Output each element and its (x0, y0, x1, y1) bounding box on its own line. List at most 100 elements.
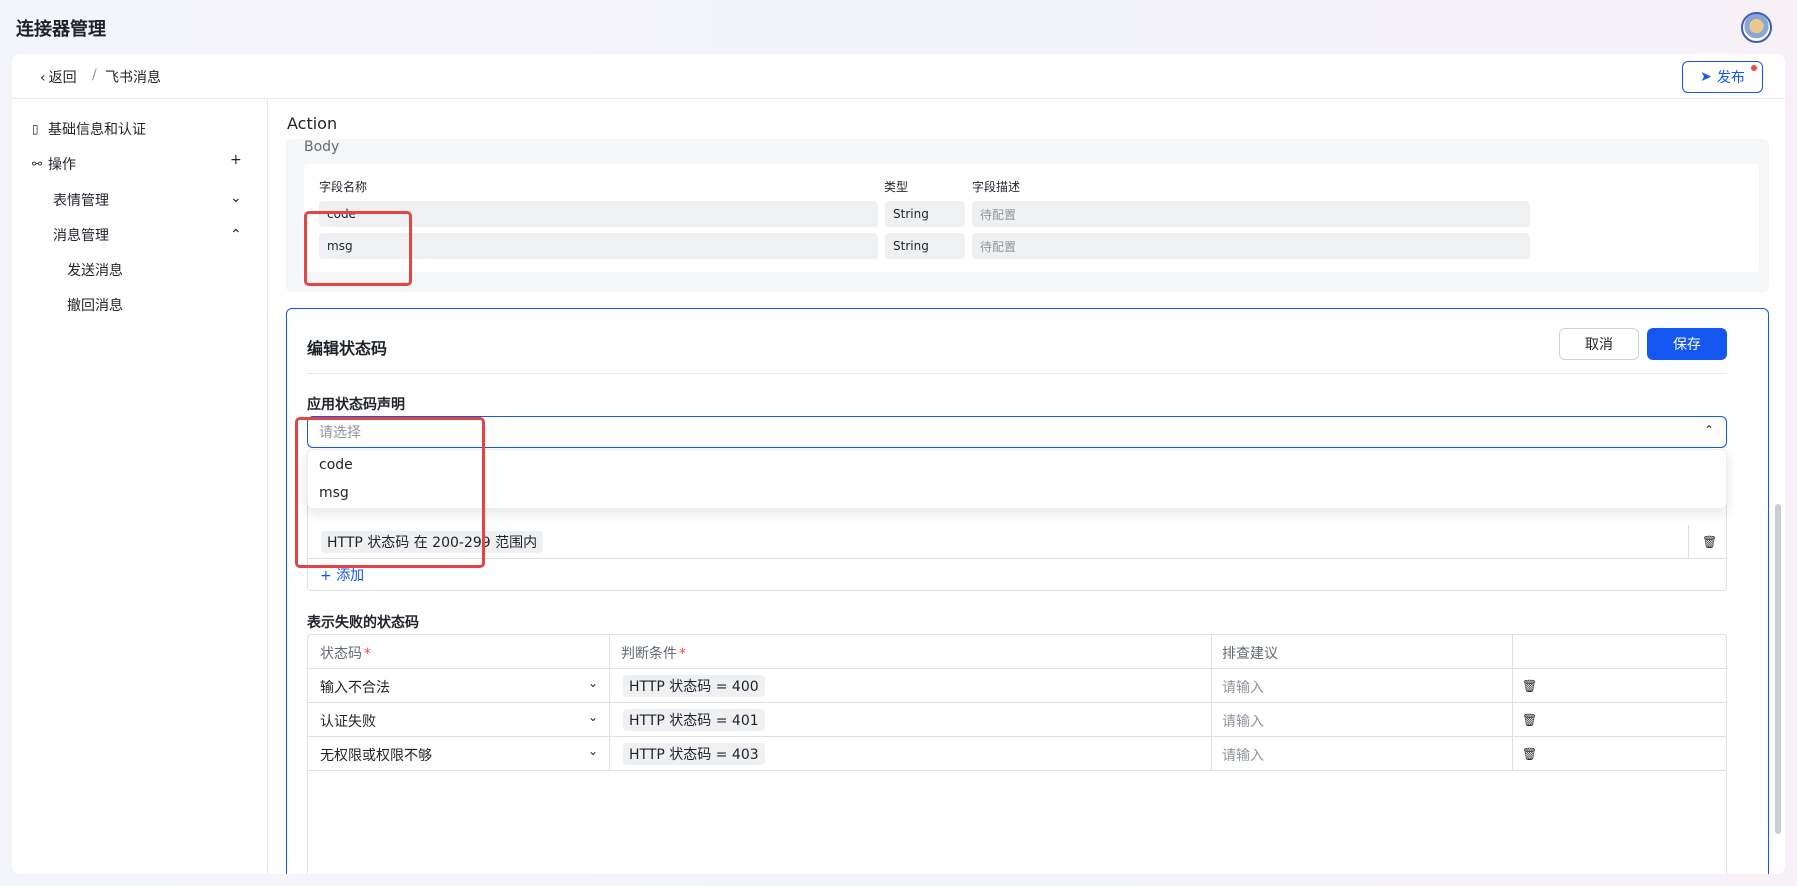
sidebar-item-label: 表情管理 (53, 193, 109, 209)
cancel-button[interactable]: 取消 (1559, 328, 1639, 360)
advice-input[interactable]: 请输入 (1222, 745, 1264, 765)
plus-icon: + (320, 568, 332, 584)
add-button[interactable]: + 添加 (320, 565, 364, 585)
fail-status-code-table: 状态码 * 判断条件 * 排查建议 输入不合法 ⌄ HTTP 状态码 = 400 请… (307, 634, 1727, 874)
dropdown-option-code[interactable]: code (319, 457, 353, 473)
vertical-scrollbar[interactable] (1775, 504, 1781, 834)
column-divider (1211, 703, 1212, 737)
field-name-cell: msg (319, 233, 878, 259)
trash-icon[interactable]: 🗑 (1522, 747, 1537, 761)
header-type: 类型 (884, 180, 909, 194)
main-panel: Action Body 字段名称 类型 字段描述 code String 待配置… (269, 99, 1785, 874)
header-field-name: 字段名称 (319, 180, 368, 194)
header-description: 字段描述 (972, 180, 1021, 194)
table-row: 无权限或权限不够 ⌄ HTTP 状态码 = 403 请输入 🗑 (308, 737, 1726, 771)
status-code-declaration-label: 应用状态码声明 (307, 397, 405, 413)
status-code-select[interactable]: 输入不合法 (320, 677, 390, 697)
chevron-up-icon[interactable]: ⌃ (230, 227, 242, 243)
back-link[interactable]: ‹ 返回 (40, 67, 77, 87)
app-title: 连接器管理 (16, 19, 106, 40)
column-divider (609, 635, 610, 669)
column-divider (1512, 703, 1513, 737)
column-divider (1512, 737, 1513, 771)
document-icon: ▯ (32, 122, 39, 136)
column-divider (1211, 669, 1212, 703)
divider (307, 373, 1727, 374)
table-row: 输入不合法 ⌄ HTTP 状态码 = 400 请输入 🗑 (308, 669, 1726, 703)
header-status-code: 状态码 * (320, 646, 371, 662)
sidebar: ▯ 基础信息和认证 ⚯ 操作 + 表情管理 ⌄ 消息管理 ⌃ 发送消息 撤回消息 (12, 99, 268, 874)
sidebar-item-label: 发送消息 (67, 263, 123, 279)
column-divider (1512, 669, 1513, 703)
fail-status-code-label: 表示失败的状态码 (307, 615, 419, 631)
back-label: 返回 (48, 70, 77, 86)
add-operation-icon[interactable]: + (230, 152, 242, 168)
publish-label: 发布 (1716, 70, 1745, 86)
content-frame: ‹ 返回 / 飞书消息 ➤ 发布 ▯ 基础信息和认证 ⚯ 操作 + 表情管理 ⌄ … (12, 54, 1785, 874)
sidebar-item-basic-info[interactable]: ▯ 基础信息和认证 (32, 119, 146, 139)
sidebar-item-emoji-management[interactable]: 表情管理 (53, 190, 109, 210)
status-code-select[interactable]: 认证失败 (320, 711, 376, 731)
status-code-declaration-select[interactable]: 请选择 ⌃ (307, 416, 1727, 448)
sidebar-item-operations[interactable]: ⚯ 操作 (32, 154, 76, 174)
save-button[interactable]: 保存 (1647, 328, 1727, 360)
chevron-down-icon[interactable]: ⌄ (588, 744, 598, 758)
body-fields-table: 字段名称 类型 字段描述 code String 待配置 msg String … (304, 164, 1759, 272)
field-desc-cell: 待配置 (972, 233, 1530, 259)
sidebar-item-label: 撤回消息 (67, 298, 123, 314)
table-header: 状态码 * 判断条件 * 排查建议 (308, 635, 1726, 669)
body-label: Body (304, 139, 340, 155)
column-divider (1688, 525, 1689, 559)
condition-tag[interactable]: HTTP 状态码 = 401 (623, 709, 765, 731)
sidebar-item-label: 操作 (48, 157, 76, 173)
condition-tag[interactable]: HTTP 状态码 在 200-299 范围内 (321, 531, 544, 553)
select-placeholder: 请选择 (319, 425, 361, 441)
column-divider (609, 737, 610, 771)
trash-icon[interactable]: 🗑 (1702, 535, 1717, 549)
table-row: HTTP 状态码 在 200-299 范围内 🗑 (308, 525, 1726, 559)
advice-input[interactable]: 请输入 (1222, 677, 1264, 697)
add-label: 添加 (336, 568, 365, 584)
trash-icon[interactable]: 🗑 (1522, 713, 1537, 727)
top-bar: 连接器管理 (0, 0, 1797, 54)
link-icon: ⚯ (32, 157, 43, 171)
chevron-down-icon[interactable]: ⌄ (230, 190, 242, 206)
edit-title: 编辑状态码 (307, 339, 388, 358)
sidebar-item-label: 基础信息和认证 (48, 122, 146, 138)
chevron-down-icon[interactable]: ⌄ (588, 710, 598, 724)
sidebar-item-recall-message[interactable]: 撤回消息 (67, 295, 123, 315)
notification-dot (1751, 65, 1757, 71)
chevron-left-icon: ‹ (40, 70, 46, 86)
condition-tag[interactable]: HTTP 状态码 = 403 (623, 743, 765, 765)
chevron-down-icon[interactable]: ⌄ (588, 676, 598, 690)
table-row: 认证失败 ⌄ HTTP 状态码 = 401 请输入 🗑 (308, 703, 1726, 737)
dropdown-option-msg[interactable]: msg (319, 485, 349, 501)
column-divider (609, 669, 610, 703)
breadcrumb: ‹ 返回 / 飞书消息 ➤ 发布 (12, 54, 1785, 99)
condition-tag[interactable]: HTTP 状态码 = 400 (623, 675, 765, 697)
advice-input[interactable]: 请输入 (1222, 711, 1264, 731)
sidebar-item-send-message[interactable]: 发送消息 (67, 260, 123, 280)
breadcrumb-separator: / (92, 67, 97, 83)
edit-status-code-card: 编辑状态码 取消 保存 应用状态码声明 请选择 ⌃ HTTP 状态码 在 200… (286, 308, 1769, 874)
avatar[interactable] (1741, 12, 1772, 43)
header-advice: 排查建议 (1222, 646, 1278, 662)
sidebar-item-label: 消息管理 (53, 228, 109, 244)
column-divider (1211, 737, 1212, 771)
column-divider (1512, 635, 1513, 669)
send-icon: ➤ (1700, 69, 1712, 85)
breadcrumb-current: 飞书消息 (105, 70, 161, 86)
select-dropdown: code msg (307, 449, 1727, 509)
field-desc-cell: 待配置 (972, 201, 1530, 227)
publish-button[interactable]: ➤ 发布 (1682, 61, 1763, 93)
status-code-select[interactable]: 无权限或权限不够 (320, 745, 432, 765)
section-title: Action (287, 114, 338, 133)
trash-icon[interactable]: 🗑 (1522, 679, 1537, 693)
chevron-up-icon: ⌃ (1703, 423, 1714, 437)
body-card: Body 字段名称 类型 字段描述 code String 待配置 msg St… (286, 139, 1769, 292)
column-divider (609, 703, 610, 737)
header-condition: 判断条件 * (621, 646, 686, 662)
column-divider (1211, 635, 1212, 669)
field-name-cell: code (319, 201, 878, 227)
sidebar-item-message-management[interactable]: 消息管理 (53, 225, 109, 245)
